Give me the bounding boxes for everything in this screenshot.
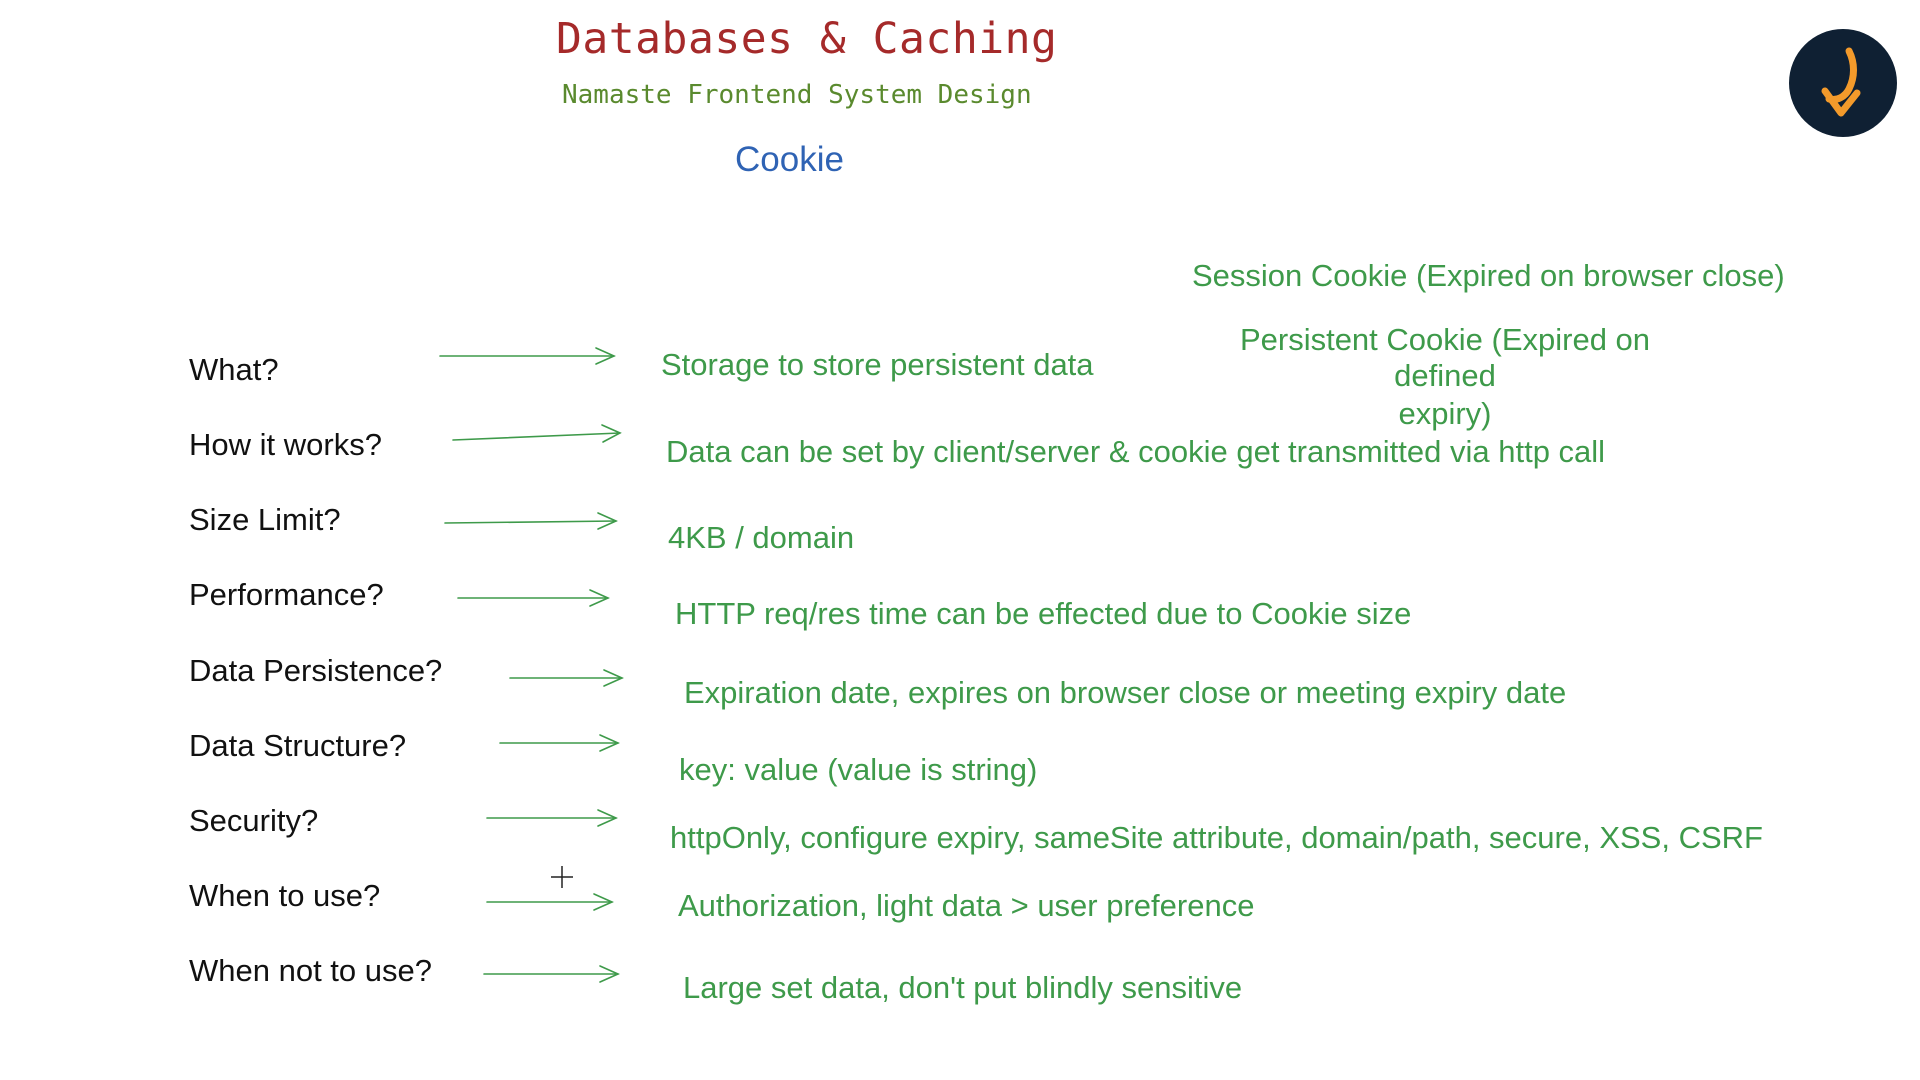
right-arrow-icon — [452, 424, 622, 443]
right-arrow-icon — [439, 347, 616, 365]
right-arrow-icon — [509, 669, 624, 687]
right-arrow-icon — [444, 512, 618, 530]
right-arrow-icon — [486, 893, 614, 911]
right-arrow-icon — [483, 965, 620, 983]
slide-canvas: Databases & Caching Namaste Frontend Sys… — [0, 0, 1920, 1080]
crosshair-cursor-icon — [551, 866, 573, 888]
right-arrow-icon — [457, 589, 610, 607]
right-arrow-icon — [499, 734, 620, 752]
right-arrow-icon — [486, 809, 618, 827]
arrows-layer — [439, 347, 624, 983]
